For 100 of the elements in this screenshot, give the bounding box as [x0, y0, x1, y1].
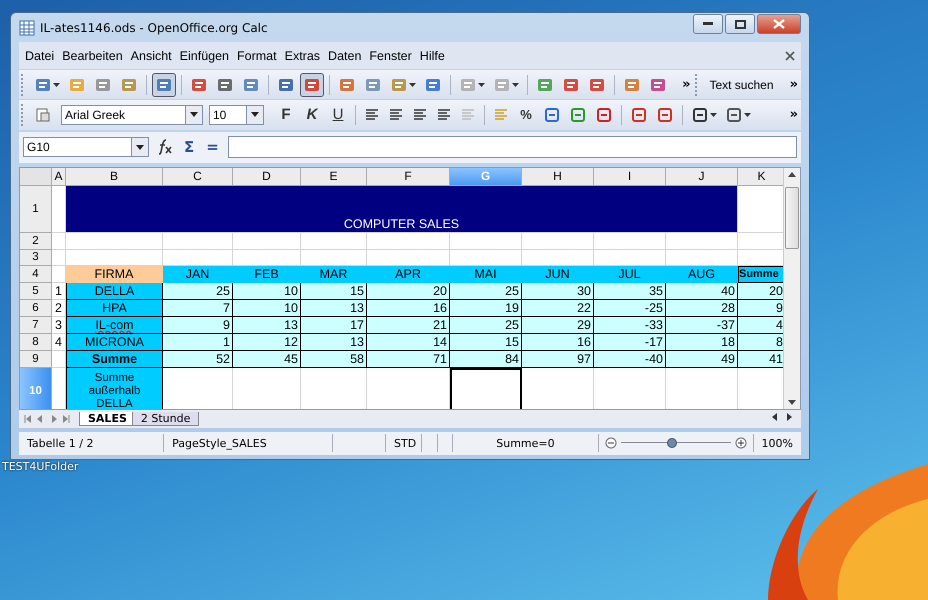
column-header[interactable]: C — [163, 168, 233, 186]
zoom-out-icon[interactable] — [604, 437, 617, 450]
text-style-button[interactable]: K — [300, 103, 324, 126]
table-cell: 58 — [301, 350, 367, 368]
text-style-button[interactable]: U — [326, 103, 350, 126]
caret-icon — [744, 112, 751, 117]
row-header[interactable]: 7 — [20, 316, 52, 334]
table-cell: FEB — [233, 266, 301, 283]
formula-button[interactable]: Σ — [181, 138, 198, 156]
text-style-button[interactable]: F — [274, 103, 298, 126]
row-header[interactable]: 1 — [20, 186, 52, 233]
scroll-down-icon[interactable] — [788, 400, 796, 406]
table-cell: 19 — [450, 300, 522, 317]
table-cell: 1 — [163, 334, 233, 351]
column-header[interactable]: E — [301, 168, 367, 186]
table-cell: Summe — [66, 350, 163, 368]
scroll-up-icon[interactable] — [788, 172, 796, 177]
column-header[interactable]: B — [66, 168, 163, 186]
toolbar-overflow-button[interactable]: » — [786, 77, 801, 92]
column-header[interactable]: H — [522, 168, 594, 186]
table-cell: 10 — [233, 300, 301, 317]
caret-icon — [710, 112, 717, 117]
maximize-button[interactable] — [725, 14, 755, 34]
align-center-icon — [388, 106, 404, 123]
table-cell: 41 — [738, 350, 783, 368]
row-header[interactable]: 8 — [20, 334, 52, 351]
table-cell: JUL — [594, 266, 666, 283]
table-cell: 16 — [522, 334, 594, 351]
column-header[interactable]: J — [666, 168, 738, 186]
sheet-indicator: Tabelle 1 / 2 — [19, 434, 164, 452]
close-document-icon[interactable] — [785, 50, 795, 61]
align-right-icon — [412, 106, 428, 123]
menu-item[interactable]: Datei — [21, 48, 58, 63]
row-header[interactable]: 6 — [20, 300, 52, 317]
table-cell: 28 — [666, 300, 738, 317]
toolbar-overflow-button[interactable]: » — [679, 77, 694, 92]
empty-cell — [52, 232, 66, 250]
empty-cell — [594, 232, 666, 250]
find-text-label[interactable]: Text suchen — [705, 78, 778, 92]
toolbar-overflow-button[interactable]: » — [786, 107, 801, 122]
column-header[interactable]: K — [738, 168, 783, 186]
sheet-tab[interactable]: 2 Stunde — [132, 412, 200, 426]
font-size-field[interactable]: 10 — [209, 104, 264, 125]
table-cell: 20 — [738, 282, 783, 300]
empty-cell — [450, 232, 522, 250]
menu-item[interactable]: Hilfe — [416, 48, 449, 63]
row-header[interactable]: 5 — [20, 282, 52, 300]
row-header[interactable]: 2 — [20, 232, 52, 250]
table-cell: 17 — [301, 316, 367, 334]
column-header[interactable]: A — [52, 168, 66, 186]
table-cell: 25 — [450, 316, 522, 334]
name-box[interactable]: G10 — [23, 137, 149, 158]
table-cell: 20 — [367, 282, 450, 300]
caret-icon — [409, 82, 416, 87]
menu-item[interactable]: Bearbeiten — [58, 48, 127, 63]
table-cell: -33 — [594, 316, 666, 334]
menu-item[interactable]: Extras — [280, 48, 324, 63]
menu-item[interactable]: Einfügen — [176, 48, 234, 63]
dropdown-icon — [251, 112, 259, 118]
table-cell: 84 — [450, 350, 522, 368]
dropdown-icon — [190, 112, 198, 118]
desktop-icon-label[interactable]: TEST4UFolder — [2, 460, 78, 473]
table-cell: DELLA — [66, 282, 163, 300]
table-cell: 30 — [522, 282, 594, 300]
table-cell: MAI — [450, 266, 522, 283]
close-button[interactable] — [757, 14, 801, 34]
table-cell: 15 — [301, 282, 367, 300]
menu-item[interactable]: Format — [233, 48, 281, 63]
vertical-scrollbar[interactable] — [783, 168, 800, 410]
page-style-indicator: PageStyle_SALES — [164, 434, 333, 452]
menu-item[interactable]: Fenster — [365, 48, 416, 63]
table-cell: JUN — [522, 266, 594, 283]
table-cell: Summe außerhalb DELLA — [66, 368, 163, 410]
formula-input[interactable] — [228, 136, 797, 158]
table-cell: 18 — [666, 334, 738, 351]
row-header[interactable]: 9 — [20, 350, 52, 368]
table-cell: -25 — [594, 300, 666, 317]
minimize-button[interactable] — [693, 14, 723, 34]
column-header[interactable]: F — [367, 168, 450, 186]
menu-item[interactable]: Daten — [324, 48, 366, 63]
row-header[interactable]: 3 — [20, 250, 52, 266]
table-cell: 21 — [367, 316, 450, 334]
column-header[interactable]: I — [594, 168, 666, 186]
table-cell: 10 — [233, 282, 301, 300]
row-header[interactable]: 4 — [20, 266, 52, 283]
table-cell: -40 — [594, 350, 666, 368]
empty-cell — [301, 232, 367, 250]
font-name-field[interactable]: Arial Greek — [61, 104, 203, 125]
table-cell: Summe — [738, 266, 783, 283]
menu-item[interactable]: Ansicht — [126, 48, 176, 63]
scrollbar-thumb[interactable] — [785, 186, 799, 249]
column-header[interactable]: D — [233, 168, 301, 186]
table-cell: 9 — [738, 300, 783, 317]
table-cell: 7 — [163, 300, 233, 317]
formula-button[interactable]: = — [203, 138, 222, 156]
close-icon — [773, 19, 785, 29]
zoom-in-icon[interactable] — [734, 437, 747, 450]
table-cell: 52 — [163, 350, 233, 368]
title-cell: COMPUTER SALES — [66, 186, 738, 233]
percent-button[interactable]: % — [514, 104, 538, 126]
